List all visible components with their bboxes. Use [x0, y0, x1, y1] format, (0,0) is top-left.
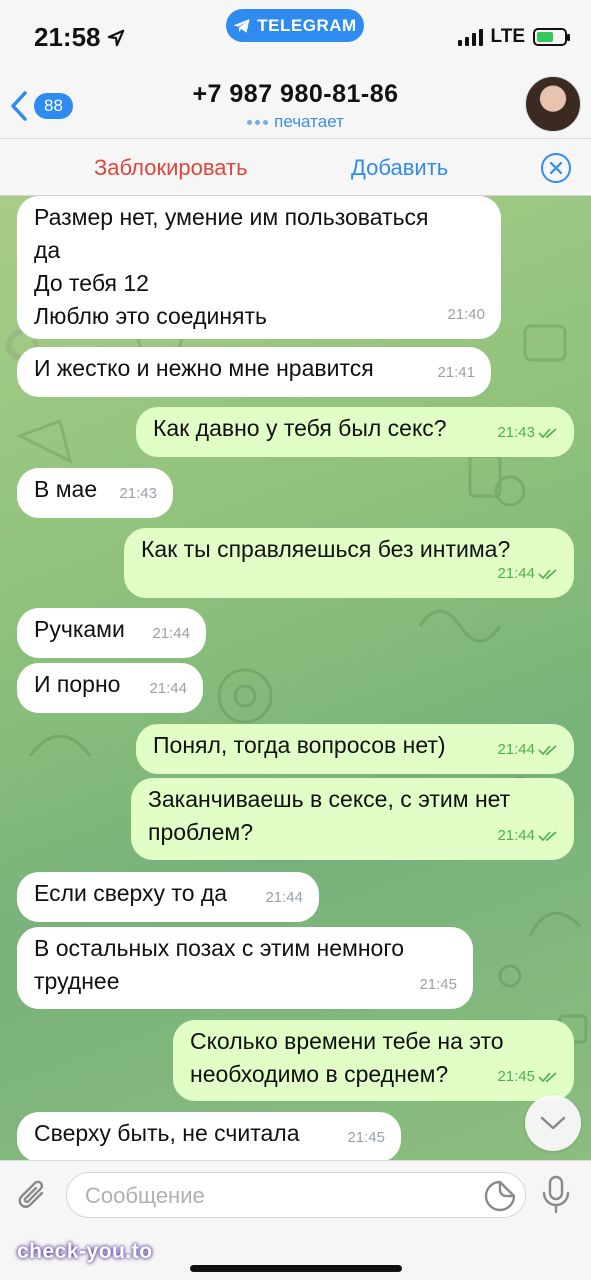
message-bubble[interactable]: Как давно у тебя был секс? 21:43 [136, 407, 574, 457]
read-check-icon [538, 427, 557, 438]
home-indicator [190, 1265, 402, 1272]
message-line: Как ты справляешься без интима? [141, 536, 511, 562]
attach-button[interactable] [16, 1177, 50, 1220]
sticker-button[interactable] [484, 1180, 516, 1217]
contact-status: печатает [0, 112, 591, 132]
message-line: В мае [34, 476, 98, 502]
message-time: 21:40 [447, 306, 485, 323]
network-label: LTE [490, 26, 525, 47]
message-bubble[interactable]: И жестко и нежно мне нравится 21:41 [17, 347, 491, 397]
site-watermark: check-you.to [17, 1240, 153, 1263]
message-bubble[interactable]: Понял, тогда вопросов нет) 21:44 [136, 724, 574, 774]
message-line: Заканчиваешь в сексе, с этим нет [148, 786, 511, 812]
read-check-icon [538, 744, 557, 755]
message-time: 21:45 [419, 976, 457, 993]
battery-icon [533, 28, 570, 46]
message-line: Если сверху то да [34, 880, 228, 906]
add-contact-button[interactable]: Добавить [351, 155, 448, 181]
system-indicators: LTE [457, 26, 570, 48]
contact-status-text: печатает [274, 112, 344, 131]
telegram-plane-icon [234, 18, 250, 33]
message-bubble[interactable]: В мае 21:43 [17, 468, 173, 518]
microphone-icon [542, 1175, 570, 1214]
unknown-contact-actionbar: Заблокировать Добавить [0, 138, 591, 196]
status-bar: 21:58 TELEGRAM LTE [0, 0, 591, 76]
read-check-icon [538, 568, 557, 579]
message-line: В остальных позах с этим немного [34, 935, 405, 961]
signal-icon [457, 28, 483, 46]
read-check-icon [538, 830, 557, 841]
message-time: 21:44 [152, 625, 190, 642]
message-bubble[interactable]: Сколько времени тебе на это необходимо в… [173, 1020, 574, 1101]
message-bubble[interactable]: Если сверху то да 21:44 [17, 872, 319, 922]
message-bubble[interactable]: И порно 21:44 [17, 663, 203, 713]
message-line: Сверху быть, не считала [34, 1120, 300, 1146]
message-time: 21:45 [497, 1068, 535, 1085]
message-line: труднее [34, 968, 120, 994]
avatar[interactable] [525, 76, 581, 132]
status-time-text: 21:58 [34, 22, 101, 52]
chat-area[interactable]: CHECK YOU ME Размер нет, умение им польз… [0, 196, 591, 1160]
app-pill-label: TELEGRAM [257, 15, 357, 35]
message-line: Люблю это соединять [34, 303, 268, 329]
message-time: 21:44 [497, 827, 535, 844]
message-bubble[interactable]: Как ты справляешься без интима? 21:44 [124, 528, 574, 598]
location-arrow-icon [107, 29, 124, 46]
message-time: 21:43 [497, 424, 535, 441]
message-bubble[interactable]: Заканчиваешь в сексе, с этим нет проблем… [131, 778, 574, 860]
sticker-icon [484, 1180, 516, 1212]
block-button[interactable]: Заблокировать [94, 155, 248, 181]
close-icon [549, 161, 563, 175]
chevron-down-icon [540, 1116, 566, 1130]
message-line: проблем? [148, 819, 253, 845]
read-check-icon [538, 1071, 557, 1082]
message-bubble[interactable]: Размер нет, умение им пользоваться да До… [17, 196, 501, 339]
message-input[interactable]: Сообщение [66, 1172, 526, 1218]
message-line: И порно [34, 671, 121, 697]
contact-name[interactable]: +7 987 980-81-86 [0, 80, 591, 109]
message-bubble[interactable]: Ручками 21:44 [17, 608, 206, 658]
message-time: 21:43 [119, 485, 157, 502]
typing-dots-icon [247, 119, 269, 125]
message-line: Как давно у тебя был секс? [153, 415, 447, 441]
message-bubble[interactable]: В остальных позах с этим немного труднее… [17, 927, 473, 1009]
message-time: 21:44 [149, 680, 187, 697]
message-line: да [34, 237, 61, 263]
message-time: 21:41 [437, 364, 475, 381]
close-actionbar-button[interactable] [541, 153, 571, 183]
chat-header: 88 +7 987 980-81-86 печатает [0, 76, 591, 138]
return-to-app-pill[interactable]: TELEGRAM [226, 9, 364, 42]
message-time: 21:44 [265, 889, 303, 906]
paperclip-icon [18, 1180, 44, 1208]
message-line: И жестко и нежно мне нравится [34, 355, 374, 381]
message-time: 21:44 [497, 565, 535, 582]
message-bubble[interactable]: Сверху быть, не считала 21:45 [17, 1112, 401, 1160]
message-line: До тебя 12 [34, 270, 149, 296]
status-time: 21:58 [34, 22, 125, 53]
message-line: Понял, тогда вопросов нет) [153, 732, 446, 758]
message-line: Сколько времени тебе на это [190, 1028, 504, 1054]
voice-record-button[interactable] [541, 1175, 571, 1220]
message-line: Размер нет, умение им пользоваться [34, 204, 429, 230]
message-time: 21:44 [497, 741, 535, 758]
message-time: 21:45 [347, 1129, 385, 1146]
scroll-to-bottom-button[interactable] [525, 1095, 581, 1151]
message-line: Ручками [34, 616, 125, 642]
